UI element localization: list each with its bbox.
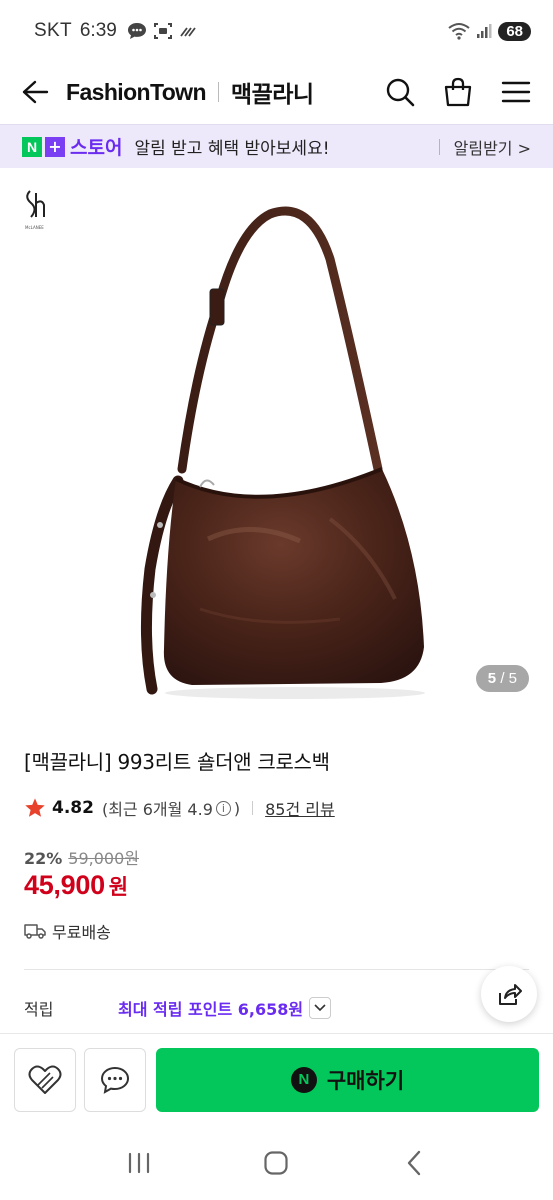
talk-chat-button[interactable] <box>84 1047 146 1112</box>
image-counter: 5 / 5 <box>475 665 529 692</box>
menu-button[interactable] <box>499 75 533 109</box>
recent-rating: (최근 6개월 4.9 i ) <box>102 796 240 820</box>
shipping-info: 무료배송 <box>24 919 111 943</box>
sale-price: 45,900 원 <box>24 870 128 901</box>
recent-apps-icon <box>128 1152 149 1174</box>
rating-score: 4.82 <box>52 798 94 818</box>
chevron-left-icon <box>407 1150 421 1176</box>
heart-icon <box>28 1065 62 1094</box>
rating-row: 4.82 (최근 6개월 4.9 i ) 85건 리뷰 <box>24 796 335 820</box>
points-value[interactable]: 최대 적립 포인트 6,658원 <box>118 996 303 1020</box>
plus-badge: + <box>45 136 65 157</box>
chat-bubble-icon <box>127 23 146 39</box>
cart-button[interactable] <box>441 75 475 109</box>
shopping-bag-icon <box>444 77 472 107</box>
notification-icons <box>127 22 197 40</box>
signal-slash-icon <box>180 27 196 37</box>
home-button[interactable] <box>256 1143 296 1183</box>
discount-row: 22% 59,000원 <box>24 845 139 869</box>
recent-rating-label: (최근 6개월 4.9 <box>101 800 213 819</box>
shipping-label: 무료배송 <box>52 923 111 942</box>
price-value: 45,900 <box>24 870 105 900</box>
image-counter-current: 5 <box>487 670 497 687</box>
svg-text:McLANEE: McLANEE <box>25 225 44 230</box>
product-title: [맥끌라니] 993리트 숄더앤 크로스백 <box>24 750 330 774</box>
search-button[interactable] <box>383 75 417 109</box>
section-divider <box>24 969 529 970</box>
delivery-truck-icon <box>24 924 46 939</box>
status-bar: SKT 6:39 68 <box>0 0 553 62</box>
image-counter-separator: / <box>500 670 505 687</box>
wishlist-button[interactable] <box>14 1047 76 1112</box>
chat-icon <box>100 1066 130 1094</box>
buy-button[interactable]: N 구매하기 <box>156 1047 539 1112</box>
notification-banner[interactable]: N + 스토어 알림 받고 혜택 받아보세요! 알림받기 > <box>0 124 553 168</box>
wifi-icon <box>448 23 470 40</box>
header-actions <box>383 75 533 109</box>
brand-logo-icon: McLANEE <box>25 190 45 230</box>
rating-divider <box>252 801 254 815</box>
price-unit: 원 <box>108 875 129 899</box>
points-expand-button[interactable] <box>309 997 332 1019</box>
menu-icon <box>501 81 531 103</box>
points-row: 적립 최대 적립 포인트 6,658원 <box>24 996 529 1020</box>
notice-text: 알림 받고 혜택 받아보세요! <box>134 139 330 159</box>
recent-rating-close: ) <box>233 798 241 818</box>
review-count-link[interactable]: 85건 리뷰 <box>265 796 335 820</box>
back-arrow-icon <box>22 80 49 104</box>
screenshot-icon <box>153 23 172 39</box>
store-badge-label: 스토어 <box>70 137 123 159</box>
carrier-label: SKT <box>34 20 72 41</box>
clock: 6:39 <box>79 20 117 41</box>
brand-logo[interactable]: FashionTown <box>66 79 207 106</box>
home-icon <box>264 1151 289 1175</box>
naver-n-badge: N <box>22 136 42 157</box>
original-price: 59,000원 <box>68 849 140 868</box>
system-nav-bar <box>0 1126 553 1200</box>
subscribe-alert-link[interactable]: 알림받기 > <box>454 135 531 159</box>
notice-divider <box>438 138 440 155</box>
info-icon[interactable]: i <box>215 800 231 816</box>
image-counter-total: 5 <box>508 670 517 687</box>
star-icon <box>25 798 45 817</box>
recent-apps-button[interactable] <box>119 1143 159 1183</box>
product-image-gallery[interactable]: McLANEE 5 / 5 <box>0 169 553 715</box>
shoulder-bag-image <box>140 206 425 699</box>
discount-rate: 22% <box>24 849 63 868</box>
back-button[interactable] <box>20 77 50 107</box>
system-back-button[interactable] <box>394 1143 434 1183</box>
points-label: 적립 <box>24 1000 54 1019</box>
search-icon <box>386 78 415 107</box>
naver-pay-icon: N <box>290 1066 317 1093</box>
app-header: FashionTown 맥끌라니 <box>0 62 553 122</box>
chevron-down-icon <box>314 1004 326 1012</box>
purchase-action-bar: N 구매하기 <box>0 1033 553 1125</box>
buy-button-label: 구매하기 <box>326 1068 405 1093</box>
brand-divider <box>217 82 219 102</box>
cellular-signal-icon <box>477 24 492 38</box>
system-icons: 68 <box>448 21 531 41</box>
battery-icon: 68 <box>498 21 531 41</box>
store-name[interactable]: 맥끌라니 <box>231 75 314 109</box>
naver-plus-store-badge: N + 스토어 <box>22 133 122 160</box>
